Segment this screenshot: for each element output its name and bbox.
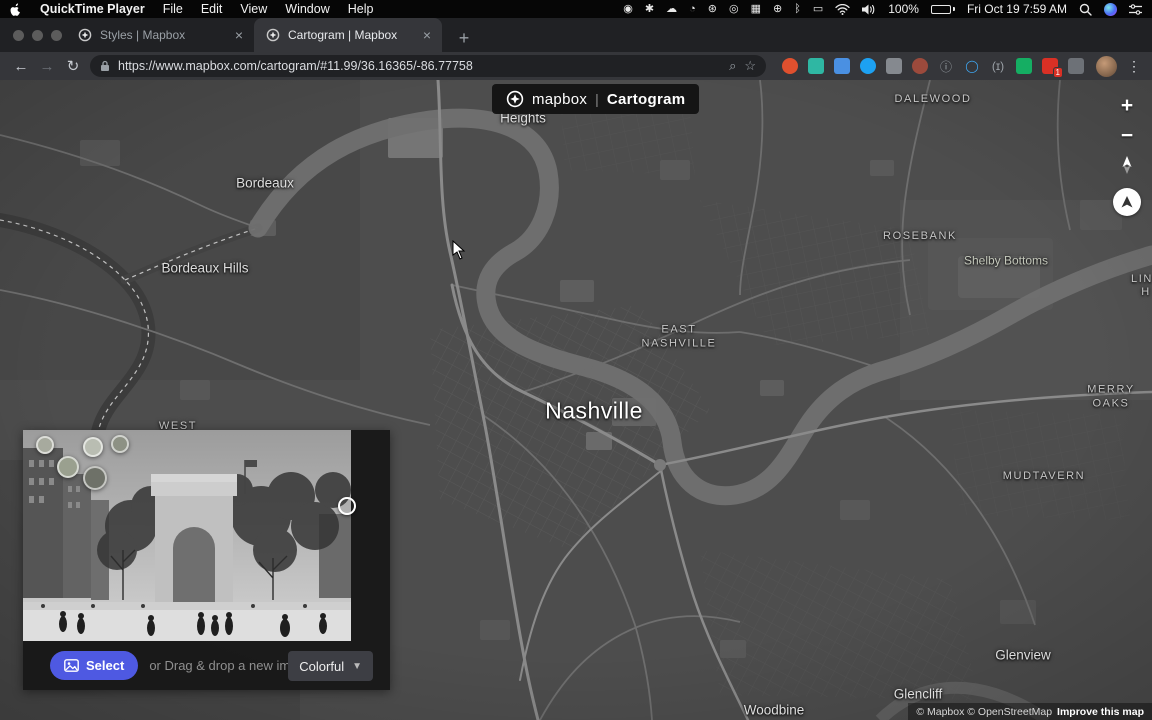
- time-machine-icon[interactable]: ◔: [689, 0, 696, 18]
- palette-selected-label: Colorful: [299, 658, 345, 674]
- image-icon: [64, 659, 79, 672]
- color-swatch-3[interactable]: [83, 466, 107, 490]
- paw-icon[interactable]: ✱: [645, 0, 654, 18]
- record-dot-icon[interactable]: ◉: [623, 0, 633, 18]
- mapbox-logo-icon: [506, 90, 524, 108]
- bookmark-star-icon[interactable]: ☆: [744, 58, 756, 74]
- battery-icon: [930, 4, 955, 14]
- improve-map-link[interactable]: Improve this map: [1057, 706, 1144, 718]
- chevron-down-icon: ▼: [352, 660, 362, 672]
- color-swatch-0[interactable]: [36, 436, 54, 454]
- profile-avatar[interactable]: [1096, 55, 1117, 77]
- cloud-icon[interactable]: ☁: [666, 0, 677, 18]
- browser-menu-icon[interactable]: ⋮: [1127, 58, 1141, 75]
- extension-orange-circle[interactable]: [782, 58, 798, 74]
- panel-toolbar: Select or Drag & drop a new image. Color…: [23, 641, 390, 690]
- extension-red-badge[interactable]: 1: [1042, 58, 1063, 78]
- menubar-menu-file[interactable]: File: [163, 2, 183, 16]
- display-icon[interactable]: ▭: [813, 0, 823, 18]
- mapbox-favicon-icon: [78, 28, 92, 42]
- extension-paren[interactable]: (ɪ): [990, 58, 1006, 74]
- reload-button[interactable]: ↻: [60, 57, 86, 75]
- tab-label: Cartogram | Mapbox: [288, 28, 398, 42]
- menubar-menu-view[interactable]: View: [240, 2, 267, 16]
- browser-tab-0[interactable]: Styles | Mapbox ×: [66, 18, 254, 52]
- extension-icons: ⓘ ◯ (ɪ) 1: [782, 58, 1084, 78]
- zoom-page-icon[interactable]: ⌕: [729, 58, 736, 74]
- compass-button[interactable]: [1119, 156, 1135, 174]
- cartogram-logo-badge[interactable]: mapbox | Cartogram: [492, 84, 700, 114]
- address-bar[interactable]: https://www.mapbox.com/cartogram/#11.99/…: [90, 55, 766, 77]
- wifi-icon[interactable]: [835, 3, 850, 15]
- forward-button[interactable]: →: [34, 58, 60, 75]
- camera-icon[interactable]: ◎: [729, 0, 739, 18]
- window-controls: [13, 30, 62, 41]
- attribution-links[interactable]: © Mapbox © OpenStreetMap: [916, 706, 1052, 718]
- url-text[interactable]: https://www.mapbox.com/cartogram/#11.99/…: [118, 59, 721, 73]
- extension-info[interactable]: ⓘ: [938, 58, 954, 74]
- browser-tab-1[interactable]: Cartogram | Mapbox ×: [254, 18, 442, 52]
- image-handle[interactable]: [338, 497, 356, 515]
- zoom-in-button[interactable]: +: [1121, 94, 1133, 118]
- browser-toolbar: ← → ↻ https://www.mapbox.com/cartogram/#…: [0, 52, 1152, 80]
- extension-twitter[interactable]: [860, 58, 876, 74]
- volume-icon[interactable]: [862, 4, 876, 15]
- new-tab-button[interactable]: +: [452, 26, 476, 50]
- color-wheel-icon[interactable]: ⊛: [708, 0, 717, 18]
- window-close-button[interactable]: [13, 30, 24, 41]
- color-swatch-2[interactable]: [83, 437, 103, 457]
- menubar-menu-edit[interactable]: Edit: [201, 2, 223, 16]
- select-image-button[interactable]: Select: [50, 651, 139, 680]
- tab-close-icon[interactable]: ×: [232, 27, 246, 43]
- notification-center-icon[interactable]: [1129, 3, 1142, 15]
- back-button[interactable]: ←: [8, 58, 34, 75]
- tab-close-icon[interactable]: ×: [420, 27, 434, 43]
- window-minimize-button[interactable]: [32, 30, 43, 41]
- image-panel: Select or Drag & drop a new image. Color…: [23, 430, 390, 690]
- color-swatch-1[interactable]: [57, 456, 79, 478]
- geolocate-button[interactable]: [1113, 188, 1141, 216]
- extension-teal-mail[interactable]: [808, 58, 824, 74]
- mapbox-favicon-icon: [266, 28, 280, 42]
- extension-gray-puzzle[interactable]: [1068, 58, 1084, 74]
- uploaded-image-preview[interactable]: [23, 430, 351, 641]
- keyboard-icon[interactable]: ▦: [751, 0, 761, 18]
- extension-blue-ring[interactable]: ◯: [964, 58, 980, 74]
- select-button-label: Select: [86, 658, 125, 673]
- screen: QuickTime Player File Edit View Window Help …: [0, 0, 1152, 720]
- menubar-app-name[interactable]: QuickTime Player: [40, 2, 145, 16]
- menubar-clock[interactable]: Fri Oct 19 7:59 AM: [967, 2, 1067, 16]
- palette-dropdown[interactable]: Colorful ▼: [288, 651, 373, 681]
- map-viewport[interactable]: Heights DALEWOOD Bordeaux ROSEBANK Shelby Bo…: [0, 80, 1152, 720]
- apple-icon[interactable]: [10, 2, 22, 16]
- spotlight-search-icon[interactable]: [1079, 3, 1092, 16]
- bluetooth-icon[interactable]: ᛒ: [794, 0, 801, 18]
- macos-menubar: QuickTime Player File Edit View Window Help …: [0, 0, 1152, 18]
- extension-badge: 1: [1052, 67, 1063, 78]
- logo-app-text: Cartogram: [606, 90, 686, 108]
- color-swatch-4[interactable]: [111, 435, 129, 453]
- extension-maroon-circle[interactable]: [912, 58, 928, 74]
- extension-blue-square[interactable]: [834, 58, 850, 74]
- extension-gray-square[interactable]: [886, 58, 902, 74]
- map-attribution: © Mapbox © OpenStreetMap Improve this ma…: [908, 703, 1152, 720]
- accessibility-icon[interactable]: ⊕: [773, 0, 782, 18]
- window-zoom-button[interactable]: [51, 30, 62, 41]
- logo-brand-text: mapbox: [532, 90, 588, 108]
- map-controls: + −: [1113, 94, 1141, 216]
- menubar-menu-window[interactable]: Window: [285, 2, 329, 16]
- logo-divider: |: [595, 91, 599, 107]
- battery-percent: 100%: [888, 2, 919, 16]
- menubar-menu-help[interactable]: Help: [348, 2, 374, 16]
- browser-tab-bar: Styles | Mapbox × Cartogram | Mapbox × +: [0, 18, 1152, 52]
- extension-green-square[interactable]: [1016, 58, 1032, 74]
- padlock-icon[interactable]: [100, 60, 110, 72]
- siri-icon[interactable]: [1104, 2, 1117, 16]
- zoom-out-button[interactable]: −: [1121, 124, 1133, 148]
- tab-label: Styles | Mapbox: [100, 28, 186, 42]
